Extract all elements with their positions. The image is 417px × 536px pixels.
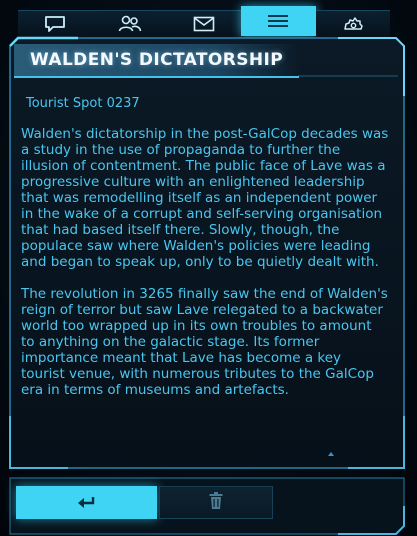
scroll-caret-icon xyxy=(328,441,334,460)
back-button[interactable] xyxy=(16,486,157,519)
article-subtitle: Tourist Spot 0237 xyxy=(26,96,140,111)
article-body: Walden's dictatorship in the post-GalCop… xyxy=(21,126,389,414)
codex-screen: WALDEN'S DICTATORSHIP Tourist Spot 0237 … xyxy=(0,0,417,536)
article-paragraph: Walden's dictatorship in the post-GalCop… xyxy=(21,126,389,270)
tab-mail[interactable] xyxy=(166,10,242,37)
article-title: WALDEN'S DICTATORSHIP xyxy=(30,50,284,70)
action-bar xyxy=(8,476,406,536)
tab-contacts[interactable] xyxy=(92,10,167,37)
tab-codex-list[interactable] xyxy=(241,6,316,36)
trash-icon xyxy=(209,491,223,514)
tab-bar xyxy=(18,6,391,38)
gear-icon xyxy=(342,15,364,33)
return-arrow-icon xyxy=(77,493,97,512)
people-icon xyxy=(118,15,142,33)
article-panel: WALDEN'S DICTATORSHIP Tourist Spot 0237 … xyxy=(8,36,406,470)
tab-messages[interactable] xyxy=(18,10,93,37)
speech-bubble-icon xyxy=(44,15,66,33)
envelope-icon xyxy=(193,16,215,32)
delete-button[interactable] xyxy=(159,486,273,519)
list-icon xyxy=(267,13,289,29)
tab-settings[interactable] xyxy=(315,10,391,37)
article-paragraph: The revolution in 3265 finally saw the e… xyxy=(21,286,388,398)
